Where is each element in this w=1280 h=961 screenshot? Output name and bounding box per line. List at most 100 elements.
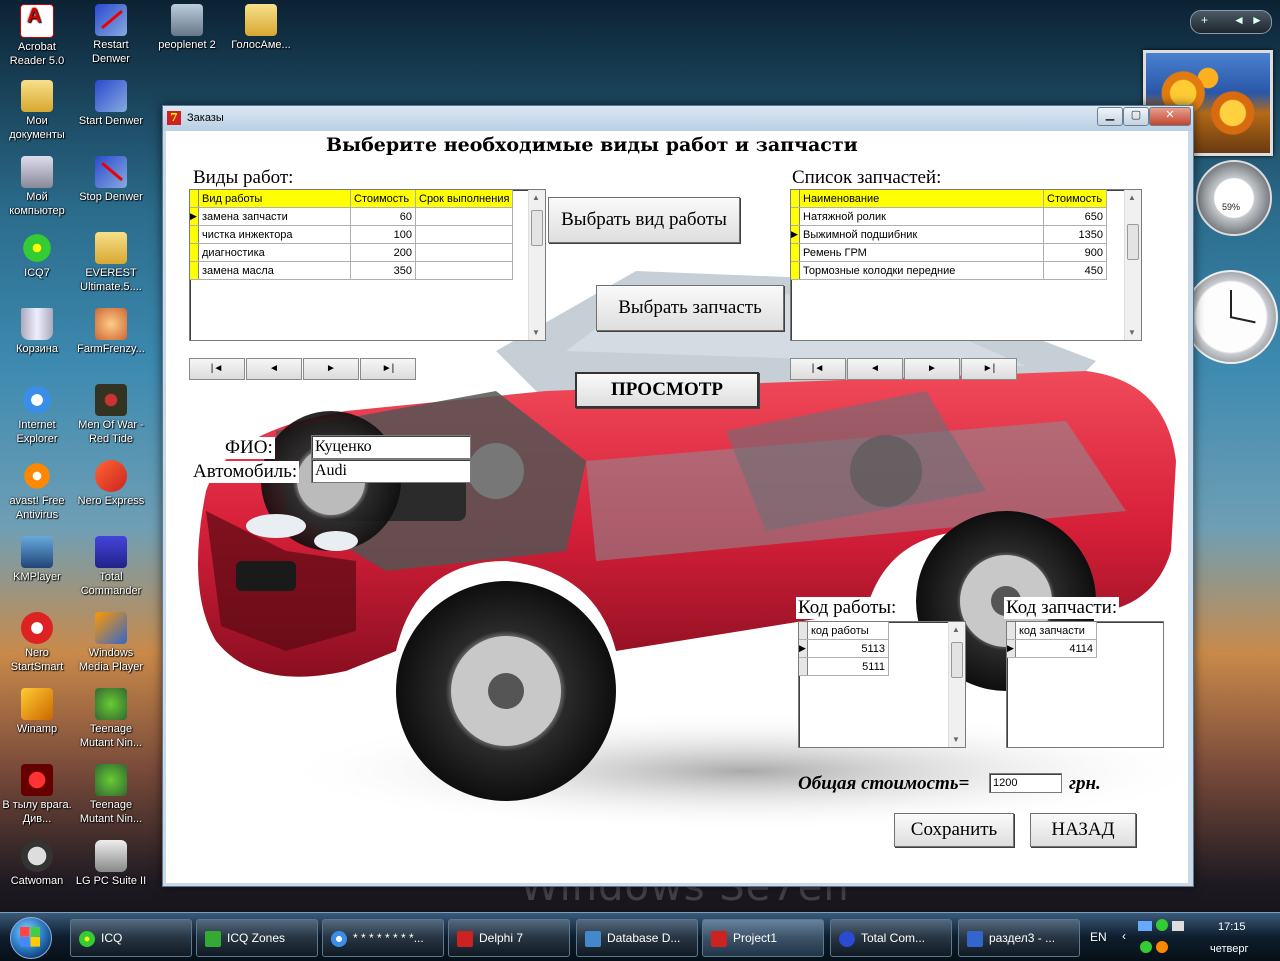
view-button[interactable]: ПРОСМОТР [575,372,759,408]
desktop-icon-golos[interactable]: ГолосАме... [224,4,298,52]
next-record-button[interactable]: ► [303,358,359,380]
car-field[interactable]: Audi [311,459,471,483]
parts-col-name[interactable]: Наименование [799,190,1044,208]
taskbar-item-word-doc[interactable]: раздел3 - ... [958,919,1080,957]
desktop-icon-internet-explorer[interactable]: Internet Explorer [0,384,74,446]
table-row[interactable]: чистка инжектора 100 [190,225,514,244]
first-record-button[interactable]: |◄ [189,358,245,380]
desktop-icon-winamp[interactable]: Winamp [0,688,74,736]
desktop-icon-kmplayer[interactable]: KMPlayer [0,536,74,584]
table-row[interactable]: замена масла 350 [190,261,514,280]
maximize-button[interactable]: ▢ [1123,107,1149,126]
desktop-icon-restart-denwer[interactable]: Restart Denwer [74,4,148,66]
works-scrollbar[interactable]: ▲ ▼ [528,190,545,340]
parts-col-cost[interactable]: Стоимость [1043,190,1107,208]
chevron-left-icon[interactable]: ◄ [1233,13,1245,27]
desktop-icon-total-commander[interactable]: Total Commander [74,536,148,598]
parts-scrollbar[interactable]: ▲ ▼ [1124,190,1141,340]
table-row[interactable]: Тормозные колодки передние 450 [791,261,1107,280]
work-code-grid[interactable]: код работы ▶ 5113 5111 ▲ ▼ [798,621,966,748]
desktop-icon-tmnt-2[interactable]: Teenage Mutant Nin... [74,764,148,826]
show-hidden-icons-icon[interactable]: ‹ [1122,929,1126,943]
desktop-icon-my-computer[interactable]: Мой компьютер [0,156,74,218]
avast-tray-icon[interactable] [1156,941,1168,953]
network-icon[interactable] [1138,921,1152,931]
select-part-button[interactable]: Выбрать запчасть [596,285,784,331]
total-field[interactable]: 1200 [989,773,1062,793]
desktop-icon-avast[interactable]: avast! Free Antivirus [0,460,74,522]
table-row[interactable]: Натяжной ролик 650 [791,207,1107,226]
taskbar-item-project1[interactable]: Project1 [702,919,824,957]
save-button[interactable]: Сохранить [894,813,1014,847]
taskbar-item-icq-zones[interactable]: ICQ Zones [196,919,318,957]
table-row[interactable]: ▶ 4114 [1007,639,1097,658]
desktop-icon-men-of-war[interactable]: Men Of War - Red Tide [74,384,148,446]
desktop-icon-start-denwer[interactable]: Start Denwer [74,80,148,128]
volume-icon[interactable] [1172,921,1184,931]
scroll-down-icon[interactable]: ▼ [1128,328,1136,337]
scroll-up-icon[interactable]: ▲ [1128,193,1136,202]
desktop-icon-my-documents[interactable]: Мои документы [0,80,74,142]
table-row[interactable]: ▶ 5113 [799,639,889,658]
minimize-button[interactable]: ▁ [1097,107,1123,126]
desktop-icon-nero-startsmart[interactable]: Nero StartSmart [0,612,74,674]
taskbar-item-total-commander[interactable]: Total Com... [830,919,952,957]
close-button[interactable]: ✕ [1149,107,1191,126]
add-gadget-icon[interactable]: + [1201,13,1208,27]
table-row[interactable]: ▶ Выжимной подшибник 1350 [791,225,1107,244]
part-code-grid[interactable]: код запчасти ▶ 4114 [1006,621,1164,748]
back-button[interactable]: НАЗАД [1030,813,1136,847]
table-row[interactable]: Ремень ГРМ 900 [791,243,1107,262]
works-col-name[interactable]: Вид работы [198,190,351,208]
scroll-down-icon[interactable]: ▼ [532,328,540,337]
desktop-icon-icq7[interactable]: ICQ7 [0,232,74,280]
works-navigator: |◄ ◄ ► ►| [189,358,417,380]
start-button[interactable] [10,917,52,959]
scroll-up-icon[interactable]: ▲ [952,625,960,634]
desktop-icon-peoplenet[interactable]: peoplenet 2 [150,4,224,52]
table-row[interactable]: 5111 [799,657,889,676]
scroll-down-icon[interactable]: ▼ [952,735,960,744]
shield-icon[interactable] [1140,941,1152,953]
work-code-col[interactable]: код работы [807,622,889,640]
desktop-icon-lg-pc-suite[interactable]: LG PC Suite II [74,840,148,888]
work-code-scrollbar[interactable]: ▲ ▼ [948,622,965,747]
desktop-icon-everest[interactable]: EVEREST Ultimate.5.... [74,232,148,294]
fio-field[interactable]: Куценко [311,435,471,459]
clock-day[interactable]: четверг [1210,943,1249,955]
works-grid[interactable]: Вид работы Стоимость Срок выполнения ▶ за… [189,189,546,341]
parts-grid[interactable]: Наименование Стоимость Натяжной ролик 650… [790,189,1142,341]
desktop-icon-acrobat[interactable]: A Acrobat Reader 5.0 [0,4,74,68]
works-col-cost[interactable]: Стоимость [350,190,416,208]
first-record-button[interactable]: |◄ [790,358,846,380]
desktop-icon-tmnt-1[interactable]: Teenage Mutant Nin... [74,688,148,750]
taskbar-item-database-desktop[interactable]: Database D... [576,919,698,957]
clock-time[interactable]: 17:15 [1218,921,1246,933]
desktop-icon-catwoman[interactable]: Catwoman [0,840,74,888]
desktop-icon-recycle-bin[interactable]: Корзина [0,308,74,356]
taskbar-item-delphi[interactable]: Delphi 7 [448,919,570,957]
taskbar-item-browser[interactable]: * * * * * * * *... [322,919,444,957]
next-record-button[interactable]: ► [904,358,960,380]
language-indicator[interactable]: EN [1090,930,1107,944]
desktop-icon-windows-media-player[interactable]: Windows Media Player [74,612,148,674]
prior-record-button[interactable]: ◄ [246,358,302,380]
select-work-button[interactable]: Выбрать вид работы [548,197,740,243]
taskbar-item-icq[interactable]: ICQ [70,919,192,957]
works-col-term[interactable]: Срок выполнения [415,190,514,208]
last-record-button[interactable]: ►| [360,358,416,380]
icq-tray-icon[interactable] [1156,919,1168,931]
table-row[interactable]: ▶ замена запчасти 60 [190,207,514,226]
desktop-icon-v-tylu-vraga[interactable]: В тылу врага. Див... [0,764,74,826]
desktop-icon-nero-express[interactable]: Nero Express [74,460,148,508]
gadget-toolbar[interactable]: + ◄ ► [1190,10,1272,34]
scroll-up-icon[interactable]: ▲ [532,193,540,202]
chevron-right-icon[interactable]: ► [1251,13,1263,27]
desktop-icon-farmfrenzy[interactable]: FarmFrenzy... [74,308,148,356]
part-code-col[interactable]: код запчасти [1015,622,1097,640]
title-bar[interactable]: 7 Заказы ▁ ▢ ✕ [163,106,1193,131]
prior-record-button[interactable]: ◄ [847,358,903,380]
table-row[interactable]: диагностика 200 [190,243,514,262]
desktop-icon-stop-denwer[interactable]: Stop Denwer [74,156,148,204]
last-record-button[interactable]: ►| [961,358,1017,380]
